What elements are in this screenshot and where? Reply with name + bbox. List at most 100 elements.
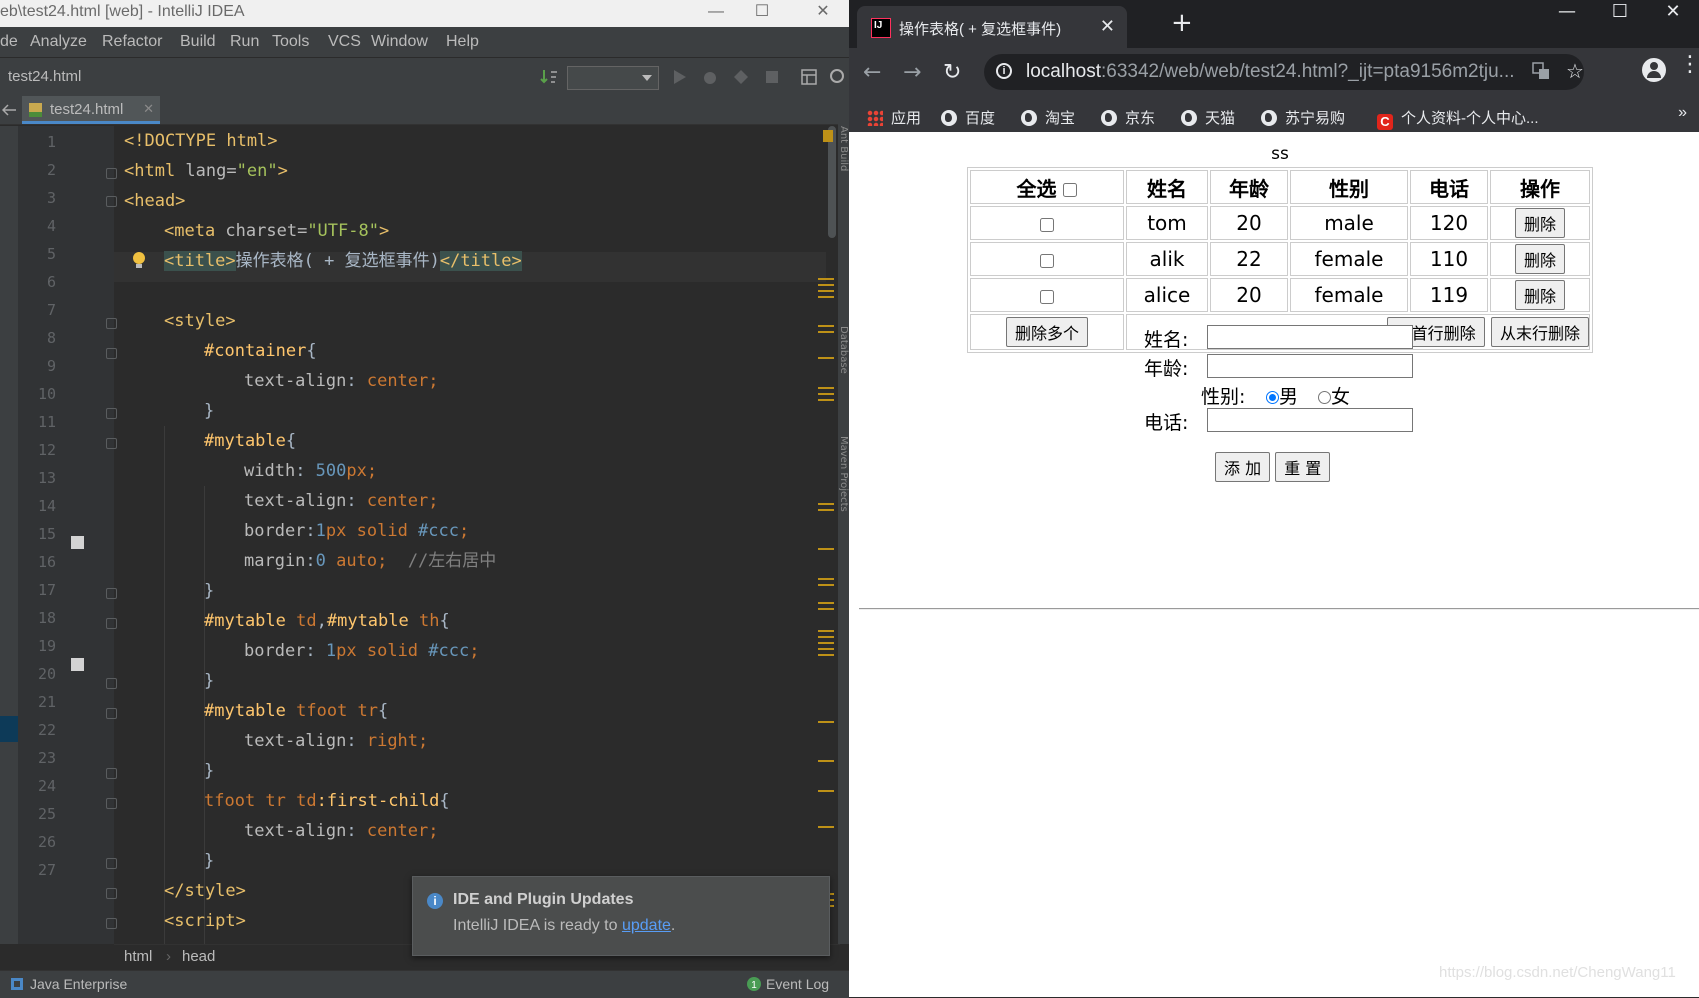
ant-build-tool[interactable]: Ant Build (838, 126, 849, 171)
tab-close-icon[interactable]: ✕ (1100, 16, 1115, 37)
error-stripe-mark[interactable] (818, 296, 834, 298)
delete-many-button[interactable]: 删除多个 (1005, 317, 1088, 347)
error-stripe-mark[interactable] (818, 387, 834, 389)
name-input[interactable] (1207, 325, 1413, 349)
tab-close-icon[interactable]: ✕ (143, 101, 154, 117)
event-log-tool[interactable]: Event Log (766, 976, 829, 992)
error-stripe-mark[interactable] (818, 721, 834, 723)
project-structure-icon[interactable] (800, 68, 818, 86)
reload-button[interactable]: ↻ (943, 60, 961, 85)
fold-marker[interactable] (106, 708, 117, 719)
phone-input[interactable] (1207, 408, 1413, 432)
error-stripe-mark[interactable] (818, 548, 834, 550)
ide-close-button[interactable]: ✕ (800, 0, 846, 27)
error-stripe-mark[interactable] (818, 636, 834, 638)
fold-marker[interactable] (106, 196, 117, 207)
breadcrumb-html[interactable]: html (124, 948, 152, 965)
menu-run[interactable]: Run (230, 33, 259, 51)
fold-marker[interactable] (106, 348, 117, 359)
error-stripe-mark[interactable] (818, 393, 834, 395)
database-tool[interactable]: Database (838, 326, 849, 374)
new-tab-button[interactable]: + (1171, 8, 1193, 38)
female-radio[interactable] (1318, 391, 1331, 404)
fold-marker[interactable] (106, 918, 117, 929)
browser-minimize-button[interactable]: — (1539, 0, 1595, 30)
bookmarks-overflow-icon[interactable]: » (1678, 104, 1687, 122)
browser-maximize-button[interactable]: ☐ (1592, 0, 1648, 30)
code-editor[interactable]: <!DOCTYPE html> <html lang="en"> <head> … (124, 126, 834, 944)
error-stripe-mark[interactable] (818, 509, 834, 511)
fold-marker[interactable] (106, 168, 117, 179)
error-stripe-mark[interactable] (818, 399, 834, 401)
translate-icon[interactable] (1532, 62, 1550, 80)
back-button[interactable]: ← (863, 60, 881, 85)
address-bar[interactable]: i localhost:63342/web/web/test24.html?_i… (984, 54, 1584, 90)
fold-marker[interactable] (106, 618, 117, 629)
menu-refactor[interactable]: Refactor (102, 33, 162, 51)
run-icon[interactable] (670, 68, 688, 86)
select-all-checkbox[interactable] (1063, 183, 1078, 197)
run-config-select[interactable] (567, 66, 659, 90)
error-stripe-mark[interactable] (818, 642, 834, 644)
bookmark-baidu[interactable]: 百度 (941, 107, 995, 128)
url-text[interactable]: localhost:63342/web/web/test24.html?_ijt… (1026, 61, 1515, 83)
editor-scrollbar[interactable] (826, 126, 838, 944)
ide-minimize-button[interactable]: — (693, 0, 739, 27)
bookmark-csdn-profile[interactable]: C 个人资料-个人中心... (1377, 107, 1539, 130)
bookmark-apps[interactable]: 应用 (867, 107, 921, 128)
bookmark-jd[interactable]: 京东 (1101, 107, 1155, 128)
gender-male-option[interactable]: 男 (1266, 382, 1298, 409)
browser-close-button[interactable]: ✕ (1645, 0, 1699, 30)
bookmark-star-icon[interactable]: ☆ (1566, 59, 1584, 84)
error-stripe-mark[interactable] (818, 357, 834, 359)
menu-dots-icon[interactable]: ⋮ (1679, 52, 1699, 77)
delete-row-button[interactable]: 删除 (1514, 280, 1565, 310)
add-button[interactable]: 添 加 (1215, 452, 1271, 482)
delete-row-button[interactable]: 删除 (1514, 244, 1565, 274)
warning-marker[interactable] (823, 130, 833, 142)
breadcrumb-head[interactable]: head (182, 948, 215, 965)
fold-marker[interactable] (106, 888, 117, 899)
delete-last-row-button[interactable]: 从末行删除 (1490, 317, 1589, 347)
delete-row-button[interactable]: 删除 (1514, 208, 1565, 238)
fold-marker[interactable] (106, 858, 117, 869)
row-checkbox[interactable] (1040, 217, 1054, 232)
gender-female-option[interactable]: 女 (1318, 382, 1350, 409)
menu-window[interactable]: Window (371, 33, 428, 51)
error-stripe-mark[interactable] (818, 331, 834, 333)
error-stripe-mark[interactable] (818, 284, 834, 286)
bookmark-taobao[interactable]: 淘宝 (1021, 107, 1075, 128)
ide-maximize-button[interactable]: ☐ (739, 0, 785, 27)
error-stripe-mark[interactable] (818, 654, 834, 656)
fold-marker[interactable] (106, 798, 117, 809)
fold-marker[interactable] (106, 588, 117, 599)
error-stripe-mark[interactable] (818, 790, 834, 792)
scrollbar-thumb[interactable] (828, 126, 836, 238)
fold-marker[interactable] (106, 678, 117, 689)
row-checkbox[interactable] (1040, 253, 1054, 268)
site-info-icon[interactable]: i (996, 63, 1012, 79)
search-everywhere-icon[interactable] (829, 68, 847, 86)
nav-file-crumb[interactable]: test24.html (8, 68, 81, 85)
forward-button[interactable]: → (903, 60, 921, 85)
editor-tab-test24[interactable]: test24.html ✕ (22, 96, 160, 124)
sort-icon[interactable] (540, 68, 558, 86)
fold-marker[interactable] (106, 768, 117, 779)
error-stripe-mark[interactable] (818, 648, 834, 650)
error-stripe-mark[interactable] (818, 278, 834, 280)
coverage-icon[interactable] (732, 68, 750, 86)
row-checkbox[interactable] (1040, 289, 1054, 304)
debug-icon[interactable] (701, 68, 719, 86)
fold-marker[interactable] (106, 318, 117, 329)
menu-code[interactable]: de (0, 33, 18, 51)
male-radio[interactable] (1266, 391, 1279, 404)
reset-button[interactable]: 重 置 (1275, 452, 1331, 482)
error-stripe-mark[interactable] (818, 760, 834, 762)
error-stripe-mark[interactable] (818, 608, 834, 610)
error-stripe-mark[interactable] (818, 584, 834, 586)
arrow-left-icon[interactable] (2, 104, 16, 116)
bookmark-tmall[interactable]: 天猫 (1181, 107, 1235, 128)
error-stripe-mark[interactable] (818, 826, 834, 828)
error-stripe-mark[interactable] (818, 325, 834, 327)
stop-icon[interactable] (763, 68, 781, 86)
